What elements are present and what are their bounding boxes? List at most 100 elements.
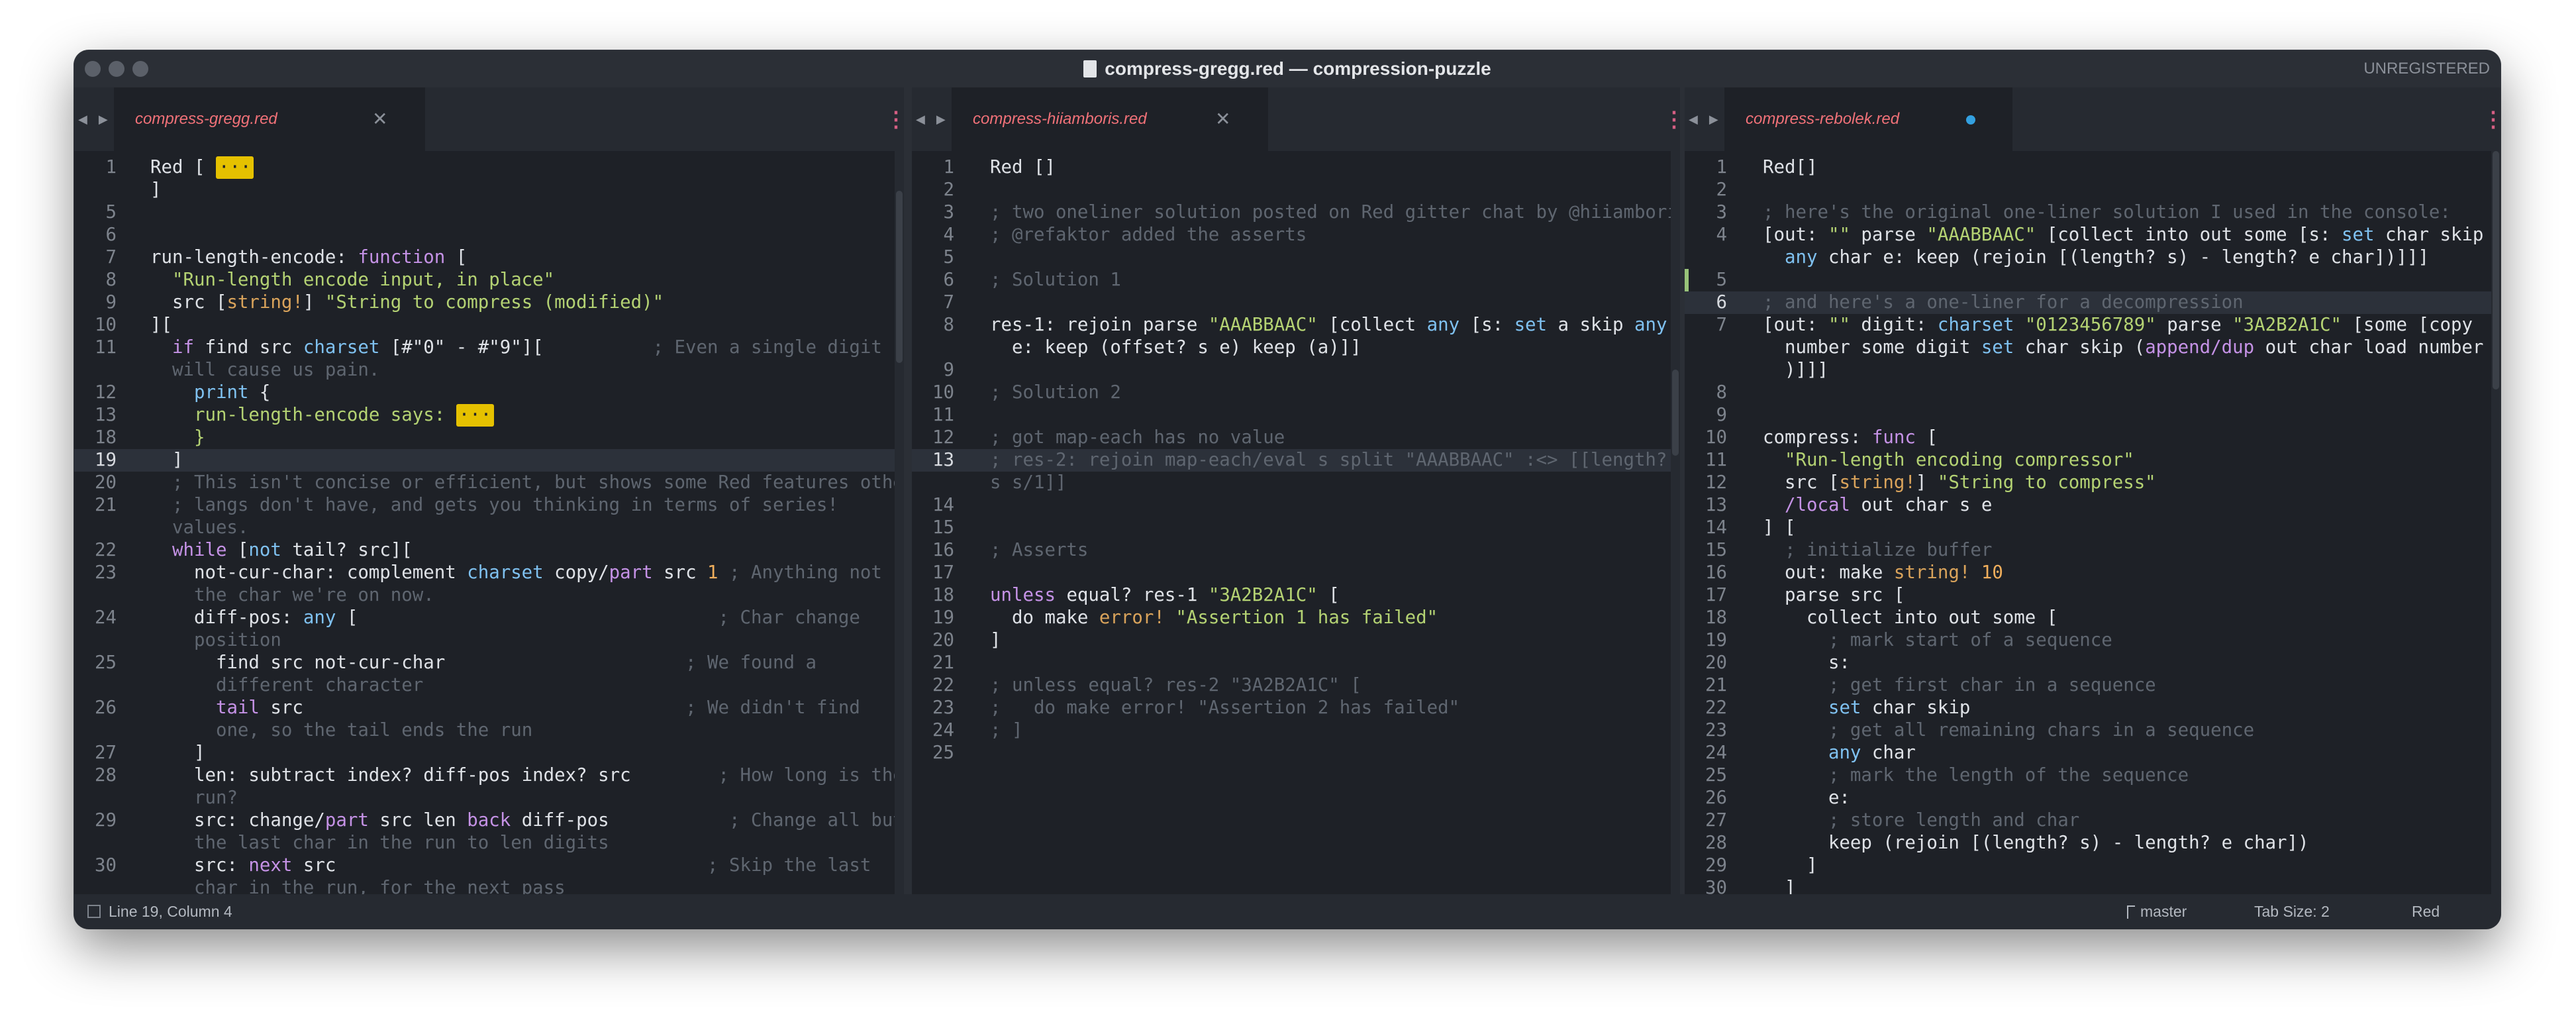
code-line: 6 ; and here's a one-liner for a decompre…	[1685, 291, 2501, 314]
line-number: 28	[1705, 833, 1727, 853]
line-number: 10	[932, 382, 954, 403]
tab-size-selector[interactable]: Tab Size: 2	[2254, 894, 2330, 929]
code-line: 18 unless equal? res-1 "3A2B2A1C" [	[912, 584, 1680, 607]
scrollbar-thumb[interactable]	[896, 191, 903, 363]
code-token: ; Anything not	[729, 562, 882, 583]
line-number: 12	[932, 427, 954, 448]
tab-bar: ◀ ▶ compress-gregg.red ✕ ⋮	[74, 87, 907, 151]
code-text: run-length-encode: function [	[150, 246, 467, 269]
code-token: find src	[193, 337, 303, 358]
vertical-scrollbar[interactable]	[2491, 151, 2501, 894]
code-token: ; Char change	[718, 607, 860, 628]
line-number: 20	[1705, 652, 1727, 673]
code-text: res-1: rejoin parse "AAABBAAC" [collect …	[990, 314, 1680, 336]
code-token: 1	[707, 562, 718, 583]
tab-navigation-arrows[interactable]: ◀ ▶	[1689, 87, 1722, 151]
line-number: 14	[1705, 517, 1727, 538]
code-token: find src not-cur-char	[150, 652, 686, 673]
code-text: ; got map-each has no value	[990, 427, 1285, 449]
line-number: 9	[105, 292, 117, 313]
code-line: 18 }	[74, 427, 904, 449]
pane-menu-icon[interactable]: ⋮	[2483, 87, 2501, 151]
code-text: ; store length and char	[1763, 809, 2079, 832]
editor-pane-2: ◀ ▶ compress-hiiamboris.red ✕ ⋮ 1 Red [] 2 3; t…	[912, 87, 1685, 894]
cursor-position[interactable]: Line 19, Column 4	[87, 894, 232, 929]
code-token: any	[1426, 315, 1460, 335]
code-text: run-length-encode says: ···	[150, 404, 495, 427]
code-line: 30 ]	[1685, 877, 2501, 894]
code-line: number some digit set char skip (append/…	[1685, 336, 2501, 359]
code-text: [out: "" parse "AAABBAAC" [collect into …	[1763, 224, 2483, 246]
scrollbar-thumb[interactable]	[1672, 370, 1679, 456]
git-branch[interactable]: master	[2127, 894, 2187, 929]
code-token: ; res-2: rejoin map-each/eval s split "A…	[990, 450, 1667, 470]
code-token: out char s e	[1850, 495, 1993, 515]
code-token: run-length-encode says:	[193, 405, 456, 425]
panel-toggle-icon[interactable]	[87, 905, 101, 918]
code-line: 10][	[74, 314, 904, 336]
code-line: 29 src: change/part src len back diff-po…	[74, 809, 904, 832]
code-text: src: next src ; Skip the last	[150, 854, 871, 877]
code-line: one, so the tail ends the run	[74, 719, 904, 742]
code-line: 18 collect into out some [	[1685, 607, 2501, 629]
file-tab[interactable]: compress-hiiamboris.red ✕	[952, 87, 1268, 151]
vertical-scrollbar[interactable]	[895, 151, 904, 894]
code-text: print {	[150, 382, 270, 404]
code-line: 26 e:	[1685, 787, 2501, 809]
close-icon[interactable]: ✕	[1215, 87, 1230, 151]
code-token: /local	[1763, 495, 1850, 515]
code-token: ]	[150, 450, 183, 470]
code-text: different character	[150, 674, 423, 697]
code-text: Red [ ···	[150, 156, 254, 179]
code-line: 6 ; Solution 1	[912, 269, 1680, 291]
file-tab[interactable]: compress-gregg.red ✕	[114, 87, 425, 151]
code-line: 24 diff-pos: any [ ; Char change	[74, 607, 904, 629]
code-text: "Run-length encode input, in place"	[150, 269, 554, 291]
tab-navigation-arrows[interactable]: ◀ ▶	[916, 87, 950, 151]
code-token: src: change/	[150, 810, 325, 831]
code-editor[interactable]: 1 Red [] 2 3 ; two oneliner solution posted …	[912, 151, 1680, 894]
code-token: diff-pos	[511, 810, 730, 831]
code-token: ]	[150, 743, 205, 763]
code-editor[interactable]: 1 Red [ ···] 5 6 7 run-length-encode: functio…	[74, 151, 904, 894]
close-icon[interactable]: ✕	[372, 87, 387, 151]
fold-marker[interactable]: ···	[456, 404, 495, 427]
code-token: function	[358, 247, 446, 268]
file-tab[interactable]: compress-rebolek.red	[1724, 87, 2012, 151]
code-token: out: make	[1763, 562, 1894, 583]
code-token: Red []	[990, 157, 1056, 178]
vertical-scrollbar[interactable]	[1671, 151, 1680, 894]
code-line: the char we're on now.	[74, 584, 904, 607]
pane-divider[interactable]	[904, 87, 912, 894]
code-text: ; do make error! "Assertion 2 has failed…	[990, 697, 1460, 719]
tab-navigation-arrows[interactable]: ◀ ▶	[78, 87, 112, 151]
code-line: 30 src: next src ; Skip the last	[74, 854, 904, 877]
window-title: compress-gregg.red — compression-puzzle	[74, 50, 2501, 87]
code-token: next	[248, 855, 293, 876]
code-token: different character	[215, 675, 424, 695]
code-line: 1 Red [ ···	[74, 156, 904, 179]
line-number: 17	[932, 562, 954, 583]
code-text: Red[]	[1763, 156, 1817, 179]
code-token: set	[2342, 225, 2375, 245]
code-line: different character	[74, 674, 904, 697]
line-number: 2	[1716, 180, 1728, 200]
code-token: not	[248, 540, 281, 560]
code-text: ; two oneliner solution posted on Red gi…	[990, 201, 1680, 224]
code-line: 8	[1685, 382, 2501, 404]
pane-divider[interactable]	[1680, 87, 1685, 894]
code-editor[interactable]: 1 Red[] 2 3 ; here's the original one-liner …	[1685, 151, 2501, 894]
scrollbar-thumb[interactable]	[2493, 151, 2499, 389]
fold-marker[interactable]: ···	[215, 156, 254, 179]
code-text: ; and here's a one-liner for a decompres…	[1763, 291, 2244, 314]
unsaved-indicator-icon	[1966, 115, 1975, 125]
line-number: 6	[943, 270, 955, 290]
code-token: e: keep (offset? s e) keep (a)]]	[990, 337, 1362, 358]
line-number: 16	[932, 540, 954, 560]
syntax-selector[interactable]: Red	[2412, 894, 2440, 929]
code-token: src [	[1763, 472, 1840, 493]
code-token: ]	[1915, 472, 1938, 493]
